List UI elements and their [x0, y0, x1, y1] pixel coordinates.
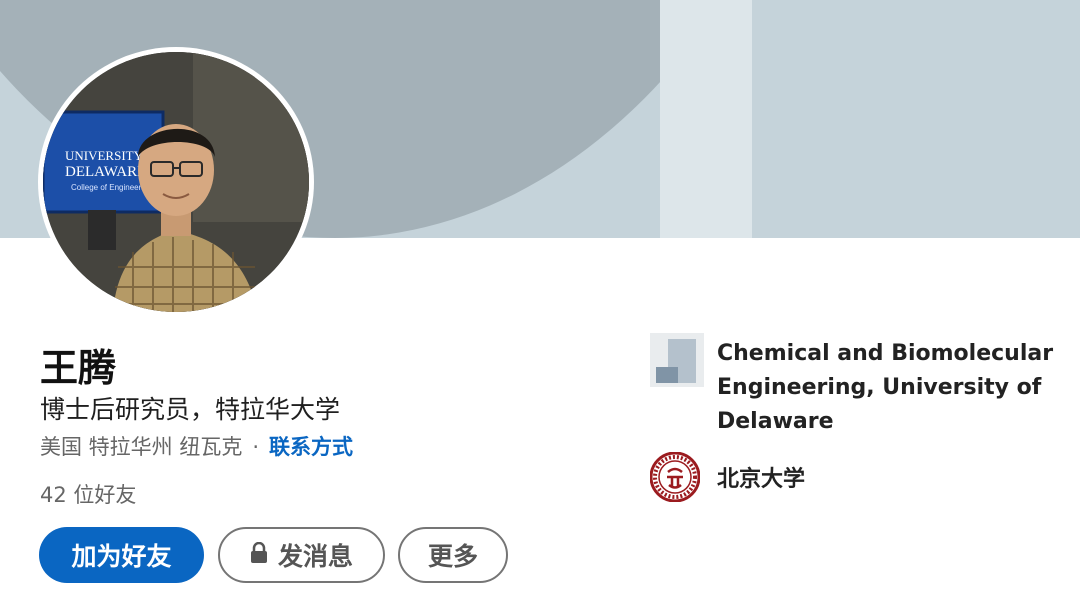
peking-university-seal-icon[interactable] — [649, 451, 701, 503]
separator-dot: · — [252, 435, 260, 459]
photo-sign-line3: College of Engineering — [71, 183, 152, 192]
profile-name: 王腾 — [40, 346, 117, 390]
organization-name[interactable]: Chemical and Biomolecular Engineering, U… — [717, 337, 1057, 439]
building-logo-icon[interactable] — [650, 333, 704, 387]
lock-icon — [250, 541, 268, 570]
profile-headline: 博士后研究员，特拉华大学 — [40, 395, 341, 424]
connections-count[interactable]: 42 位好友 — [40, 479, 136, 509]
school-name[interactable]: 北京大学 — [717, 461, 805, 493]
avatar-photo: UNIVERSITY OF DELAWARE. College of Engin… — [43, 52, 309, 312]
contact-info-link[interactable]: 联系方式 — [269, 435, 353, 459]
more-button[interactable]: 更多 — [398, 527, 508, 583]
avatar[interactable]: UNIVERSITY OF DELAWARE. College of Engin… — [43, 52, 309, 312]
profile-location: 美国 特拉华州 纽瓦克 — [40, 435, 243, 459]
location-row: 美国 特拉华州 纽瓦克 · 联系方式 — [40, 431, 353, 461]
more-button-label: 更多 — [427, 542, 478, 571]
photo-sign-line2: DELAWARE. — [65, 164, 150, 180]
connect-button-label: 加为好友 — [71, 542, 172, 571]
message-button[interactable]: 发消息 — [218, 527, 385, 583]
banner-stripe — [660, 0, 752, 238]
message-button-label: 发消息 — [277, 542, 353, 571]
connect-button[interactable]: 加为好友 — [39, 527, 204, 583]
